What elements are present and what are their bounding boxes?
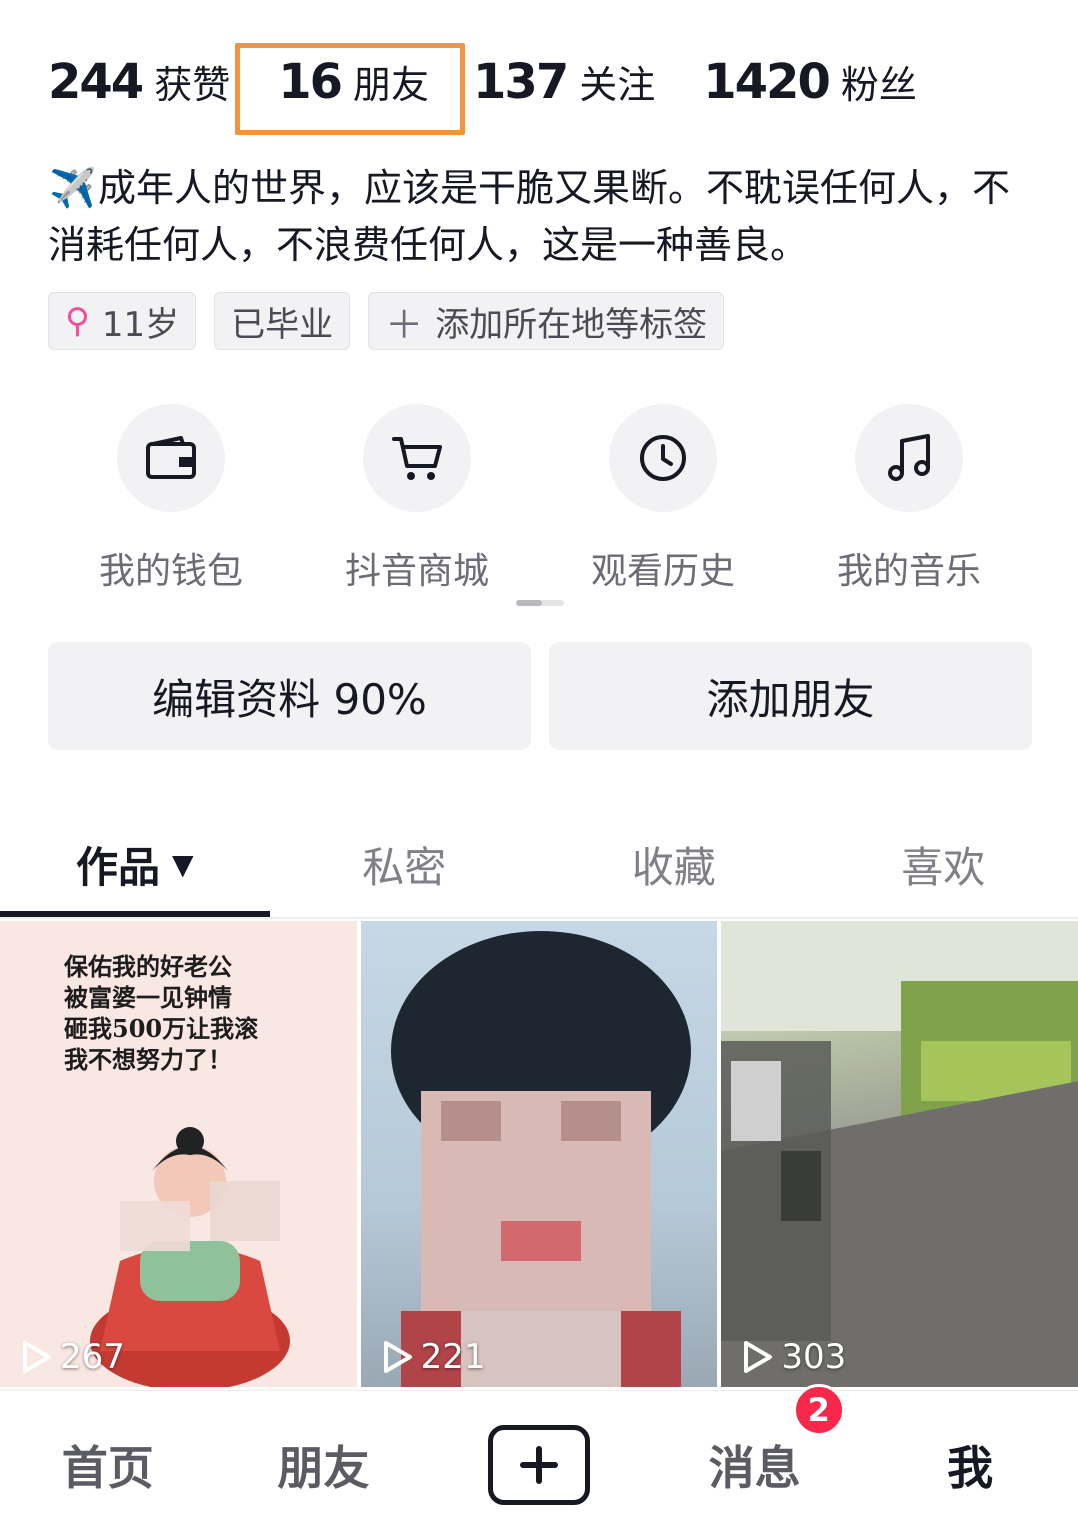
shortcut-label: 观看历史 (590, 551, 735, 592)
bottom-nav: 首页 朋友 消息 2 我 (0, 1384, 1078, 1539)
video-thumbnail[interactable]: 保佑我的好老公 被富婆一见钟情 砸我500万让我滚 我不想努力了！ 267 (0, 921, 357, 1387)
tab-likes[interactable]: 喜欢 (809, 810, 1078, 918)
stat-followers[interactable]: 1420 粉丝 (703, 54, 917, 110)
nav-messages[interactable]: 消息 2 (647, 1384, 863, 1498)
shortcut-wallet[interactable]: 我的钱包 (48, 404, 294, 594)
nav-create[interactable] (431, 1425, 647, 1505)
wallet-icon (117, 404, 225, 512)
add-tag-button[interactable]: ＋ 添加所在地等标签 (368, 292, 725, 350)
stat-friends[interactable]: 16 朋友 (278, 54, 429, 110)
nav-me[interactable]: 我 (862, 1432, 1078, 1498)
play-icon (744, 1341, 773, 1373)
view-count: 221 (381, 1337, 486, 1377)
shortcut-music[interactable]: 我的音乐 (786, 404, 1032, 594)
tab-favorites[interactable]: 收藏 (539, 810, 809, 918)
tab-works-label: 作品 (75, 842, 160, 892)
tab-divider (0, 917, 1078, 919)
stat-likes[interactable]: 244 获赞 (48, 54, 230, 110)
age-tag[interactable]: ⚲ 11岁 (48, 292, 197, 350)
blurred-portrait-image (390, 931, 691, 1387)
video-thumbnail[interactable]: 221 (360, 921, 718, 1387)
shortcut-label: 我的钱包 (98, 551, 243, 592)
following-count: 137 (473, 54, 569, 110)
music-icon (855, 404, 963, 512)
blurred-street-image (721, 921, 1078, 1387)
female-icon: ⚲ (65, 301, 90, 341)
profile-stats: 244 获赞 16 朋友 137 关注 1420 粉丝 (48, 44, 965, 120)
shortcut-row: 我的钱包 抖音商城 观看历史 我的音乐 (48, 404, 1032, 594)
nav-friends[interactable]: 朋友 (216, 1432, 432, 1498)
profile-bio: ✈️成年人的世界，应该是干脆又果断。不耽误任何人，不消耗任何人，不浪费任何人，这… (48, 160, 1038, 274)
content-tabs: 作品 ▼ 私密 收藏 喜欢 (0, 810, 1078, 918)
likes-count: 244 (48, 54, 144, 110)
add-tag-label: 添加所在地等标签 (435, 304, 708, 345)
nav-home[interactable]: 首页 (0, 1432, 216, 1498)
followers-label: 粉丝 (840, 63, 917, 107)
clock-icon (609, 404, 717, 512)
cart-icon (363, 404, 471, 512)
shortcut-mall[interactable]: 抖音商城 (294, 404, 540, 594)
video-caption-image: 保佑我的好老公 被富婆一见钟情 砸我500万让我滚 我不想努力了！ (64, 952, 259, 1074)
play-icon (383, 1341, 412, 1373)
message-badge: 2 (792, 1384, 845, 1436)
video-grid: 保佑我的好老公 被富婆一见钟情 砸我500万让我滚 我不想努力了！ 267 22… (0, 921, 1078, 1387)
stat-following[interactable]: 137 关注 (473, 54, 655, 110)
view-count: 303 (741, 1337, 846, 1377)
add-friend-button[interactable]: 添加朋友 (549, 642, 1032, 750)
view-count: 267 (20, 1337, 125, 1377)
plus-icon (487, 1425, 590, 1505)
video-thumbnail[interactable]: 303 (721, 921, 1078, 1387)
age-label: 11岁 (101, 304, 180, 345)
shortcut-label: 我的音乐 (836, 551, 981, 592)
tab-private[interactable]: 私密 (270, 810, 540, 918)
shortcut-history[interactable]: 观看历史 (540, 404, 786, 594)
page-indicator (516, 600, 564, 606)
caret-down-icon: ▼ (171, 847, 194, 881)
following-label: 关注 (579, 63, 656, 107)
edit-profile-button[interactable]: 编辑资料 90% (48, 642, 531, 750)
followers-count: 1420 (703, 54, 831, 110)
school-label: 已毕业 (231, 304, 334, 345)
shortcut-label: 抖音商城 (344, 551, 489, 592)
bio-text: 成年人的世界，应该是干脆又果断。不耽误任何人，不消耗任何人，不浪费任何人，这是一… (48, 166, 1011, 267)
profile-tags: ⚲ 11岁 已毕业 ＋ 添加所在地等标签 (48, 292, 725, 350)
nav-messages-label: 消息 (708, 1441, 801, 1495)
likes-label: 获赞 (154, 63, 231, 107)
friends-count: 16 (278, 54, 343, 110)
airplane-icon: ✈️ (49, 166, 97, 210)
friends-label: 朋友 (353, 63, 430, 107)
school-tag[interactable]: 已毕业 (214, 292, 351, 350)
tab-works[interactable]: 作品 ▼ (0, 810, 270, 918)
profile-actions: 编辑资料 90% 添加朋友 (48, 642, 1032, 750)
play-icon (23, 1341, 51, 1373)
plus-icon: ＋ (385, 302, 424, 347)
